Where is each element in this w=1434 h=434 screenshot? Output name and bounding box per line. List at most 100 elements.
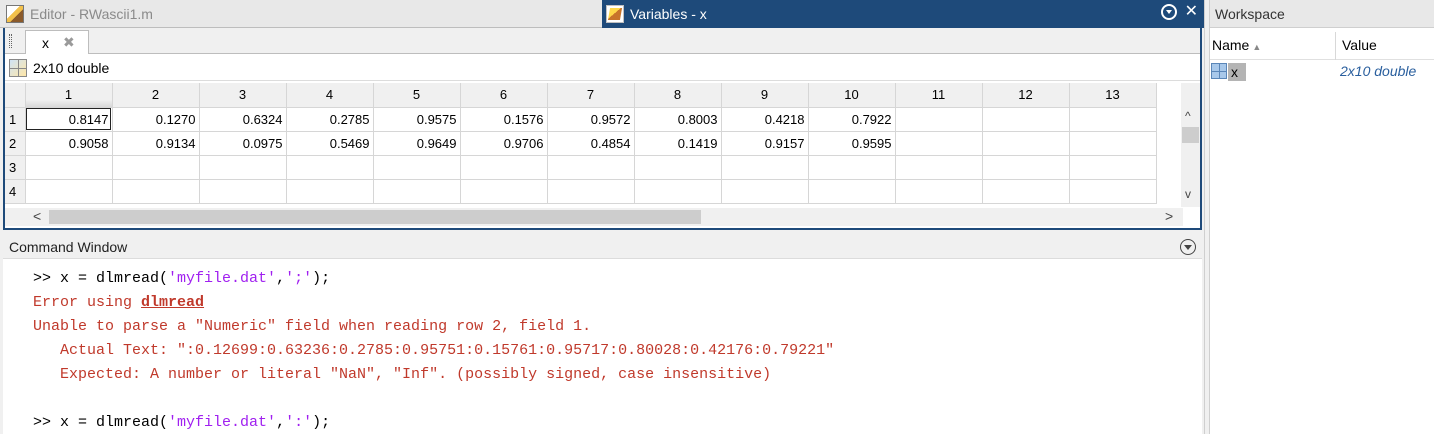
table-cell[interactable] [1069, 131, 1157, 156]
table-cell[interactable]: 0.1576 [460, 107, 548, 132]
table-cell[interactable]: 0.9649 [373, 131, 461, 156]
table-cell[interactable] [982, 131, 1070, 156]
table-cell[interactable]: 0.9058 [25, 131, 113, 156]
table-cell[interactable] [199, 179, 287, 204]
workspace-header: Name ▲ Value [1210, 32, 1434, 60]
column-header-value[interactable]: Value [1342, 37, 1377, 53]
table-cell[interactable] [895, 107, 983, 132]
close-tab-icon[interactable]: ✖ [63, 34, 75, 51]
table-cell[interactable] [982, 107, 1070, 132]
column-separator[interactable] [1335, 32, 1336, 60]
workspace-panel: Name ▲ Value x 2x10 double [1210, 28, 1434, 434]
command-text: >> x = dlmread( [33, 414, 169, 431]
editor-tab[interactable]: Editor - RWascii1.m [0, 0, 600, 28]
grip-icon[interactable] [9, 34, 12, 48]
table-cell[interactable] [982, 179, 1070, 204]
table-cell[interactable] [808, 179, 896, 204]
grid-corner[interactable] [5, 83, 26, 108]
table-cell[interactable]: 0.9575 [373, 107, 461, 132]
row-header[interactable]: 1 [5, 107, 26, 132]
table-cell[interactable]: 0.0975 [199, 131, 287, 156]
table-cell[interactable]: 0.5469 [286, 131, 374, 156]
editor-tab-label: Editor - RWascii1.m [30, 6, 153, 22]
table-cell[interactable]: 0.9706 [460, 131, 548, 156]
variable-table: 1 2 3 4 5 6 7 8 9 10 11 12 13 1 0.8147 0.1270 0.6324 0.2… [5, 83, 1157, 204]
table-cell[interactable]: 0.4218 [721, 107, 809, 132]
horizontal-scroll-thumb[interactable] [49, 210, 701, 224]
table-cell[interactable] [1069, 179, 1157, 204]
column-header[interactable]: 12 [982, 83, 1070, 108]
table-cell[interactable] [982, 155, 1070, 180]
table-cell[interactable]: 0.1419 [634, 131, 722, 156]
table-cell[interactable] [634, 179, 722, 204]
table-cell[interactable]: 0.1270 [112, 107, 200, 132]
table-cell[interactable] [895, 179, 983, 204]
column-header-name[interactable]: Name ▲ [1212, 37, 1261, 53]
table-cell[interactable]: 0.9595 [808, 131, 896, 156]
table-cell[interactable]: 0.4854 [547, 131, 635, 156]
table-cell[interactable] [721, 155, 809, 180]
variables-panel: x ✖ 2x10 double 1 2 3 4 5 6 7 8 9 10 11 12 13 1 0.814… [3, 28, 1202, 230]
column-header[interactable]: 10 [808, 83, 896, 108]
column-header[interactable]: 4 [286, 83, 374, 108]
column-header[interactable]: 2 [112, 83, 200, 108]
table-cell[interactable]: 0.8147 [25, 107, 113, 132]
table-cell[interactable]: 0.9157 [721, 131, 809, 156]
column-header[interactable]: 6 [460, 83, 548, 108]
table-cell[interactable] [112, 179, 200, 204]
table-cell[interactable] [808, 155, 896, 180]
table-cell[interactable] [460, 155, 548, 180]
vertical-scroll-thumb[interactable] [1182, 127, 1199, 143]
column-header[interactable]: 1 [25, 83, 113, 108]
table-cell[interactable] [373, 155, 461, 180]
table-cell[interactable] [547, 155, 635, 180]
table-cell[interactable] [373, 179, 461, 204]
table-cell[interactable] [634, 155, 722, 180]
variables-tab[interactable]: Variables - x ✕ [602, 0, 1204, 28]
command-window-menu-icon[interactable] [1180, 239, 1196, 255]
table-cell[interactable] [199, 155, 287, 180]
table-cell[interactable] [112, 155, 200, 180]
table-cell[interactable] [286, 179, 374, 204]
table-cell[interactable] [25, 155, 113, 180]
row-header[interactable]: 3 [5, 155, 26, 180]
table-cell[interactable] [721, 179, 809, 204]
error-function-link[interactable]: dlmread [141, 294, 204, 311]
column-header[interactable]: 5 [373, 83, 461, 108]
table-cell[interactable]: 0.9572 [547, 107, 635, 132]
table-cell[interactable]: 0.6324 [199, 107, 287, 132]
column-header[interactable]: 9 [721, 83, 809, 108]
vertical-scrollbar[interactable]: ^ v [1181, 83, 1200, 207]
workspace-variable-row[interactable]: x 2x10 double [1210, 62, 1434, 82]
table-row: 2 0.9058 0.9134 0.0975 0.5469 0.9649 0.9706 0.4… [5, 131, 1157, 156]
row-header[interactable]: 4 [5, 179, 26, 204]
table-cell[interactable] [547, 179, 635, 204]
column-header[interactable]: 13 [1069, 83, 1157, 108]
variable-tab-x[interactable]: x ✖ [25, 30, 89, 54]
variable-tab-label: x [42, 34, 49, 51]
table-cell[interactable] [1069, 107, 1157, 132]
table-cell[interactable]: 0.7922 [808, 107, 896, 132]
table-cell[interactable] [25, 179, 113, 204]
column-header[interactable]: 3 [199, 83, 287, 108]
scroll-right-icon[interactable]: > [1165, 208, 1173, 224]
column-header[interactable]: 8 [634, 83, 722, 108]
dropdown-menu-icon[interactable] [1160, 4, 1177, 20]
table-cell[interactable] [286, 155, 374, 180]
table-cell[interactable] [895, 155, 983, 180]
close-icon[interactable]: ✕ [1185, 4, 1198, 20]
scroll-down-icon[interactable]: v [1185, 187, 1191, 201]
table-cell[interactable]: 0.8003 [634, 107, 722, 132]
command-window-body[interactable]: >> x = dlmread('myfile.dat',';'); Error … [3, 259, 1202, 434]
table-cell[interactable]: 0.2785 [286, 107, 374, 132]
scroll-left-icon[interactable]: < [33, 208, 41, 224]
table-cell[interactable] [460, 179, 548, 204]
table-cell[interactable]: 0.9134 [112, 131, 200, 156]
scroll-up-icon[interactable]: ^ [1185, 109, 1191, 123]
table-cell[interactable] [895, 131, 983, 156]
row-header[interactable]: 2 [5, 131, 26, 156]
horizontal-scrollbar[interactable]: < > [5, 208, 1183, 226]
column-header[interactable]: 11 [895, 83, 983, 108]
column-header[interactable]: 7 [547, 83, 635, 108]
table-cell[interactable] [1069, 155, 1157, 180]
